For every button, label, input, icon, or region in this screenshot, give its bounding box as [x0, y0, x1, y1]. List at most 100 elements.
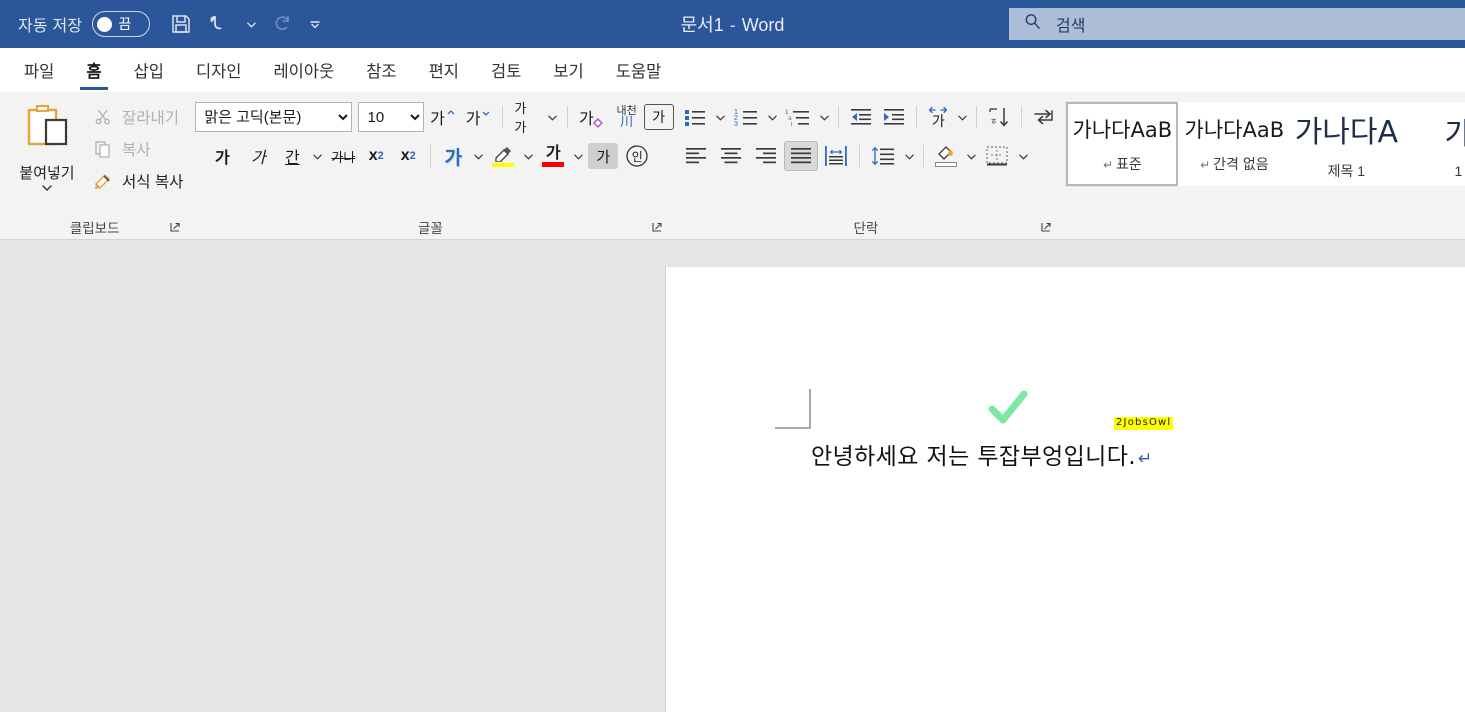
tab-home[interactable]: 홈 — [70, 48, 117, 92]
highlight-chevron-down-icon[interactable] — [520, 141, 536, 171]
shading-chevron-down-icon[interactable] — [963, 141, 979, 171]
grow-font-icon[interactable]: 가 — [426, 102, 460, 132]
para-divider-4 — [1021, 106, 1023, 128]
font-dialog-launcher-icon[interactable] — [651, 221, 665, 235]
italic-icon[interactable]: 가 — [241, 141, 275, 171]
text-effects-icon[interactable]: 가 — [438, 141, 468, 171]
line-spacing-icon[interactable] — [866, 141, 900, 171]
tab-design[interactable]: 디자인 — [180, 48, 258, 92]
document-page[interactable]: 2JobsOwl 안녕하세요 저는 투잡부엉입니다. ↵ — [665, 266, 1465, 712]
text-effects-chevron-down-icon[interactable] — [470, 141, 486, 171]
cut-button[interactable]: 잘라내기 — [88, 104, 189, 130]
underline-icon[interactable]: 간 — [277, 141, 307, 171]
distribute-text-icon[interactable] — [819, 141, 853, 171]
shrink-font-icon[interactable]: 가 — [462, 102, 496, 132]
shading-icon[interactable] — [930, 141, 962, 171]
change-case-chevron-down-icon[interactable] — [544, 102, 560, 132]
paragraph-dialog-launcher-icon[interactable] — [1040, 221, 1054, 235]
align-left-icon[interactable] — [679, 141, 713, 171]
style-name: 1 — [1454, 163, 1462, 179]
tab-layout[interactable]: 레이아웃 — [257, 48, 350, 92]
line-spacing-chevron-down-icon[interactable] — [901, 141, 917, 171]
font-color-label: 가 — [545, 143, 561, 162]
change-case-icon[interactable]: 가가 — [510, 102, 542, 136]
document-title: 문서1 — [680, 15, 724, 35]
paste-label: 붙여넣기 — [19, 165, 75, 182]
style-label: 간격 없음 — [1213, 156, 1269, 172]
multilevel-chevron-down-icon[interactable] — [816, 102, 832, 132]
font-divider-2 — [567, 106, 568, 128]
font-size-select[interactable]: 10 — [358, 102, 425, 132]
decrease-indent-icon[interactable] — [845, 102, 877, 132]
font-color-chevron-down-icon[interactable] — [570, 141, 586, 171]
format-painter-button[interactable]: 서식 복사 — [88, 168, 189, 194]
increase-indent-icon[interactable] — [878, 102, 910, 132]
document-paragraph[interactable]: 2JobsOwl 안녕하세요 저는 투잡부엉입니다. ↵ — [811, 417, 1174, 471]
align-right-icon[interactable] — [749, 141, 783, 171]
autosave-toggle[interactable]: 끔 — [92, 11, 151, 37]
borders-chevron-down-icon[interactable] — [1015, 141, 1031, 171]
search-input[interactable]: 검색 — [1009, 8, 1465, 40]
clipboard-dialog-launcher-icon[interactable] — [169, 221, 183, 235]
justify-icon[interactable] — [784, 141, 819, 171]
superscript-icon[interactable]: x2 — [393, 141, 423, 171]
cut-label: 잘라내기 — [122, 110, 180, 127]
copy-button[interactable]: 복사 — [88, 136, 189, 162]
style-preview: 가나다A — [1294, 115, 1399, 150]
tab-file[interactable]: 파일 — [8, 48, 70, 92]
character-border-icon[interactable]: 가 — [643, 104, 674, 130]
paste-button[interactable]: 붙여넣기 — [6, 96, 88, 199]
ribbon-group-font: 맑은 고딕(본문) 10 가 가 가가 가 내천 川 가 가 가 간 가나 x … — [189, 92, 674, 239]
align-center-icon[interactable] — [714, 141, 748, 171]
underline-chevron-down-icon[interactable] — [309, 141, 325, 171]
sort-icon[interactable]: ㅎ — [983, 102, 1015, 132]
borders-icon[interactable] — [980, 141, 1014, 171]
tab-help[interactable]: 도움말 — [600, 48, 678, 92]
shrink-font-label: 가 — [465, 109, 481, 128]
underline-label: 간 — [284, 148, 300, 167]
numbering-chevron-down-icon[interactable] — [764, 102, 780, 132]
title-bar: 자동 저장 끔 문서1 - Word 검색 — [0, 0, 1465, 48]
undo-dropdown-chevron-down-icon[interactable] — [240, 7, 262, 41]
ribbon-tab-strip: 파일 홈 삽입 디자인 레이아웃 참조 편지 검토 보기 도움말 — [0, 48, 1465, 92]
font-color-icon[interactable]: 가 — [538, 141, 568, 171]
style-item-normal[interactable]: 가나다AaB ↵ 표준 — [1065, 101, 1180, 187]
save-icon[interactable] — [164, 7, 198, 41]
clear-formatting-icon[interactable]: 가 — [575, 102, 610, 132]
tab-references[interactable]: 참조 — [350, 48, 412, 92]
text-highlight-icon[interactable] — [488, 141, 518, 171]
document-body-text: 안녕하세요 저는 투잡부엉입니다. — [811, 444, 1136, 470]
customize-quick-access-icon[interactable] — [304, 7, 326, 41]
asian-layout-chevron-down-icon[interactable] — [954, 102, 970, 132]
copy-icon — [92, 140, 114, 158]
subscript-icon[interactable]: x2 — [361, 141, 391, 171]
redo-icon[interactable] — [266, 7, 300, 41]
enclose-character-icon[interactable]: 인 — [620, 141, 654, 171]
font-name-select[interactable]: 맑은 고딕(본문) — [195, 102, 353, 132]
change-case-label: 가가 — [514, 102, 527, 136]
style-item-no-spacing[interactable]: 가나다AaB ↵ 간격 없음 — [1178, 102, 1291, 186]
paste-chevron-down-icon[interactable] — [40, 181, 54, 199]
undo-icon[interactable] — [202, 7, 236, 41]
phonetic-guide-icon[interactable]: 내천 川 — [612, 102, 642, 132]
tab-insert[interactable]: 삽입 — [118, 48, 180, 92]
autosave-label: 자동 저장 — [18, 18, 83, 35]
multilevel-list-icon[interactable]: 1 a i — [781, 102, 815, 132]
tab-mailings[interactable]: 편지 — [413, 48, 475, 92]
search-icon — [1023, 12, 1042, 36]
enclose-character-label: 인 — [631, 149, 643, 164]
bold-icon[interactable]: 가 — [205, 141, 239, 171]
style-item-heading-2[interactable]: 가 1 — [1402, 102, 1465, 186]
numbered-list-icon[interactable]: 1 2 3 — [729, 102, 763, 132]
autosave-control[interactable]: 자동 저장 끔 — [18, 11, 151, 37]
character-shading-icon[interactable]: 가 — [588, 143, 619, 169]
tab-view[interactable]: 보기 — [537, 48, 599, 92]
strikethrough-icon[interactable]: 가나 — [327, 141, 359, 171]
bullets-chevron-down-icon[interactable] — [712, 102, 728, 132]
show-formatting-marks-icon[interactable] — [1028, 102, 1060, 132]
bullet-list-icon[interactable] — [679, 102, 711, 132]
tab-review[interactable]: 검토 — [475, 48, 537, 92]
style-item-heading-1[interactable]: 가나다A 제목 1 — [1290, 102, 1403, 186]
asian-layout-icon[interactable]: 가 — [923, 102, 953, 132]
paste-clipboard-icon — [22, 102, 72, 159]
